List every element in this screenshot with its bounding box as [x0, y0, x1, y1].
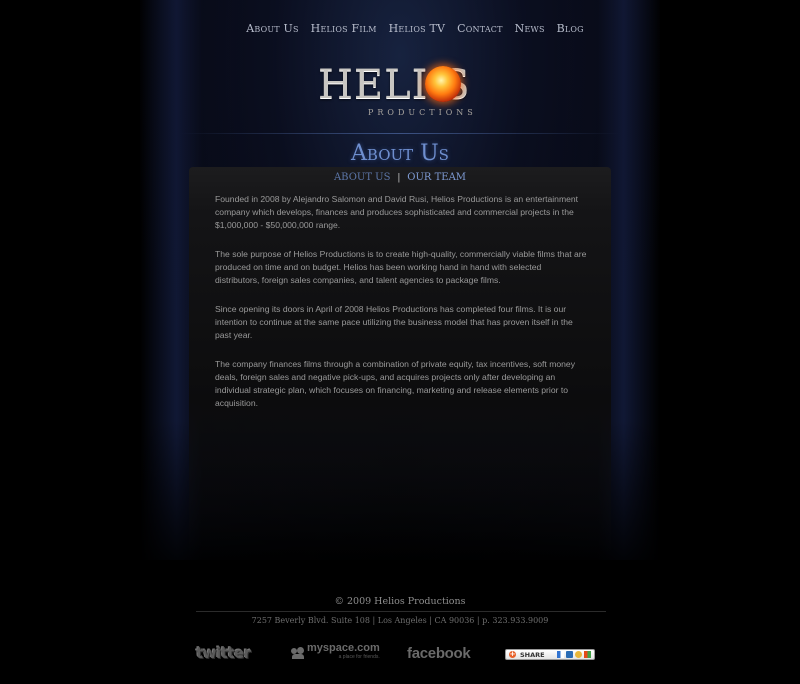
myspace-icon — [291, 647, 305, 659]
digg-icon — [566, 651, 573, 658]
page-title: About Us — [351, 141, 449, 166]
delicious-icon — [557, 651, 564, 658]
main-nav: About Us Helios Film Helios TV Contact N… — [0, 22, 800, 35]
windows-icon — [584, 651, 591, 658]
sub-nav: ABOUT US | OUR TEAM — [0, 172, 800, 183]
share-label: SHARE — [520, 650, 545, 659]
helios-logo[interactable]: HELI S PRODUCTIONS — [318, 64, 488, 122]
header-divider — [180, 133, 620, 134]
paragraph: The company finances films through a com… — [215, 359, 576, 408]
footer-divider — [196, 611, 606, 612]
subnav-separator: | — [397, 173, 401, 183]
logo-subtitle: PRODUCTIONS — [368, 108, 477, 117]
subnav-about-us[interactable]: ABOUT US — [334, 172, 391, 183]
plus-icon: + — [509, 650, 516, 658]
nav-about-us[interactable]: About Us — [246, 22, 298, 35]
nav-blog[interactable]: Blog — [557, 22, 584, 35]
share-service-icons — [557, 651, 591, 658]
subnav-our-team[interactable]: OUR TEAM — [407, 172, 466, 183]
nav-helios-film[interactable]: Helios Film — [311, 22, 377, 35]
nav-contact[interactable]: Contact — [457, 22, 503, 35]
paragraph: Founded in 2008 by Alejandro Salomon and… — [215, 194, 579, 230]
myspace-link[interactable]: myspace.com a place for friends. — [291, 642, 380, 662]
nav-helios-tv[interactable]: Helios TV — [389, 22, 446, 35]
paragraph: The sole purpose of Helios Productions i… — [215, 249, 587, 285]
myspace-tagline: a place for friends. — [338, 654, 380, 660]
facebook-link[interactable]: facebook — [407, 645, 471, 662]
star-icon — [575, 651, 582, 658]
twitter-link[interactable]: twitter — [196, 644, 251, 662]
about-content: Founded in 2008 by Alejandro Salomon and… — [215, 193, 587, 426]
paragraph: Since opening its doors in April of 2008… — [215, 304, 573, 340]
sun-icon — [425, 66, 461, 102]
copyright: © 2009 Helios Productions — [334, 596, 466, 607]
nav-news[interactable]: News — [515, 22, 545, 35]
share-button[interactable]: + SHARE — [505, 649, 595, 660]
myspace-label: myspace.com — [307, 642, 380, 654]
address: 7257 Beverly Blvd. Suite 108 | Los Angel… — [251, 616, 549, 625]
